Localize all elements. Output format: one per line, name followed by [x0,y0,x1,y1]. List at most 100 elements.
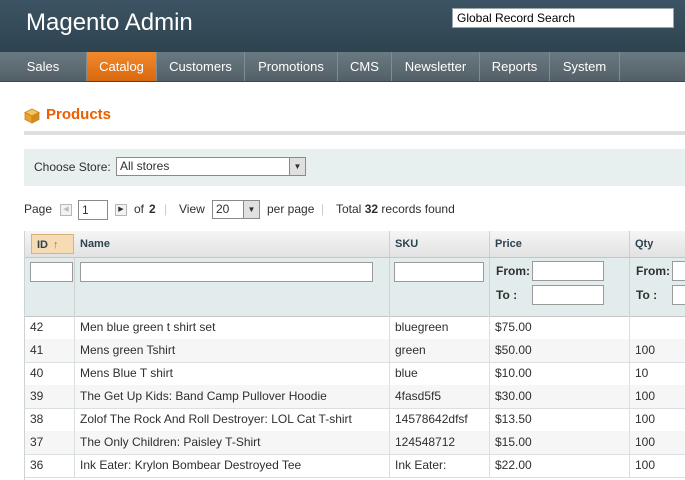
cell-price: $22.00 [490,454,630,477]
store-select[interactable]: All stores ▼ [116,157,306,176]
cell-name: Ink Eater: Krylon Bombear Destroyed Tee [75,454,390,477]
main-nav: Sales Catalog Customers Promotions CMS N… [0,52,685,82]
global-search-input[interactable]: Global Record Search [452,8,674,28]
total-pages: 2 [149,202,156,216]
price-from-label: From: [496,264,530,278]
cell-qty: 100 [635,412,656,426]
filter-sku-input[interactable] [394,262,484,282]
store-switcher: Choose Store: All stores ▼ [24,149,685,186]
view-label: View [179,202,205,216]
cell-name: Men blue green t shirt set [75,316,390,339]
table-row[interactable]: 36 Ink Eater: Krylon Bombear Destroyed T… [25,454,685,478]
cell-id: 40 [25,362,75,385]
per-page-select[interactable]: 20 ▼ [212,200,260,219]
column-header-id[interactable]: ID ↑ [31,234,74,254]
cell-sku: 4fasd5f5 [390,385,490,408]
cell-sku: 124548712 [390,431,490,454]
cell-name: The Only Children: Paisley T-Shirt [75,431,390,454]
nav-cms[interactable]: CMS [338,52,392,81]
cell-id: 41 [25,339,75,362]
cell-sku: 14578642dfsf [390,408,490,431]
grid-header: ID ↑ Name SKU Price Qty [25,231,685,258]
qty-to-label: To : [636,288,658,302]
store-label: Choose Store: [34,160,111,174]
next-page-icon[interactable]: ▶ [115,204,127,216]
cell-qty: 100 [635,458,656,472]
filter-cell-name [75,258,390,316]
pager-separator: | [164,202,168,216]
filter-cell-id [25,258,75,316]
cell-name: Mens green Tshirt [75,339,390,362]
store-select-value: All stores [120,159,170,173]
table-row[interactable]: 41 Mens green Tshirt green $50.00 100 [25,339,685,363]
of-label: of [134,202,145,216]
page-title: Products [46,106,112,123]
cell-id: 37 [25,431,75,454]
cell-qty [630,316,685,339]
per-page-value: 20 [216,202,230,216]
nav-customers[interactable]: Customers [157,52,245,81]
cell-id: 39 [25,385,75,408]
nav-newsletter[interactable]: Newsletter [392,52,480,81]
column-header-sku[interactable]: SKU [390,231,490,257]
cell-qty: 10 [635,366,649,380]
filter-cell-sku [390,258,490,316]
filter-qty-to-input[interactable] [672,285,685,305]
cell-price: $15.00 [490,431,630,454]
products-grid: ID ↑ Name SKU Price Qty From: To : From: … [24,231,685,480]
box-icon [24,108,40,124]
filter-price-from-input[interactable] [532,261,604,281]
cell-price: $10.00 [490,362,630,385]
total-records: Total 32 records found [336,202,455,216]
cell-qty: 100 [635,389,656,403]
app-logo-title[interactable]: Magento Admin [26,9,193,37]
chevron-down-icon[interactable]: ▼ [289,158,305,175]
page-input[interactable]: 1 [78,200,108,220]
column-header-price[interactable]: Price [490,231,630,257]
cell-qty: 100 [635,343,656,357]
table-row[interactable]: 42 Men blue green t shirt set bluegreen … [25,316,685,340]
cell-name: Mens Blue T shirt [75,362,390,385]
cell-price: $75.00 [490,316,630,339]
title-divider [24,131,685,135]
filter-qty-from-input[interactable] [672,261,685,281]
cell-qty: 100 [635,435,656,449]
nav-catalog[interactable]: Catalog [87,52,157,81]
cell-id: 38 [25,408,75,431]
price-to-label: To : [496,288,518,302]
nav-promotions[interactable]: Promotions [245,52,338,81]
cell-name: Zolof The Rock And Roll Destroyer: LOL C… [75,408,390,431]
column-header-qty[interactable]: Qty [630,231,685,257]
table-row[interactable]: 38 Zolof The Rock And Roll Destroyer: LO… [25,408,685,432]
filter-cell-price: From: To : [490,258,630,316]
filter-row: From: To : From: To : [25,258,685,317]
filter-price-to-input[interactable] [532,285,604,305]
per-page-label: per page [267,202,315,216]
table-row[interactable]: 40 Mens Blue T shirt blue $10.00 10 [25,362,685,386]
table-row[interactable]: 39 The Get Up Kids: Band Camp Pullover H… [25,385,685,409]
chevron-down-icon[interactable]: ▼ [243,201,259,218]
column-header-name[interactable]: Name [75,231,390,257]
nav-reports[interactable]: Reports [480,52,550,81]
prev-page-icon[interactable]: ◀ [60,204,72,216]
nav-system[interactable]: System [550,52,620,81]
sort-arrow-icon: ↑ [53,239,59,251]
filter-cell-qty: From: To : [630,258,685,316]
nav-sales[interactable]: Sales [0,52,87,81]
filter-id-input[interactable] [30,262,73,282]
cell-sku: blue [390,362,490,385]
cell-id: 42 [25,316,75,339]
cell-sku: Ink Eater: [390,454,490,477]
pager-separator: | [321,202,325,216]
qty-from-label: From: [636,264,670,278]
cell-sku: green [390,339,490,362]
table-row[interactable]: 37 The Only Children: Paisley T-Shirt 12… [25,431,685,455]
cell-id: 36 [25,454,75,477]
cell-price: $50.00 [490,339,630,362]
filter-name-input[interactable] [80,262,373,282]
page-label: Page [24,202,53,216]
cell-sku: bluegreen [390,316,490,339]
cell-price: $13.50 [490,408,630,431]
cell-price: $30.00 [490,385,630,408]
top-header: Magento Admin Global Record Search [0,0,685,52]
